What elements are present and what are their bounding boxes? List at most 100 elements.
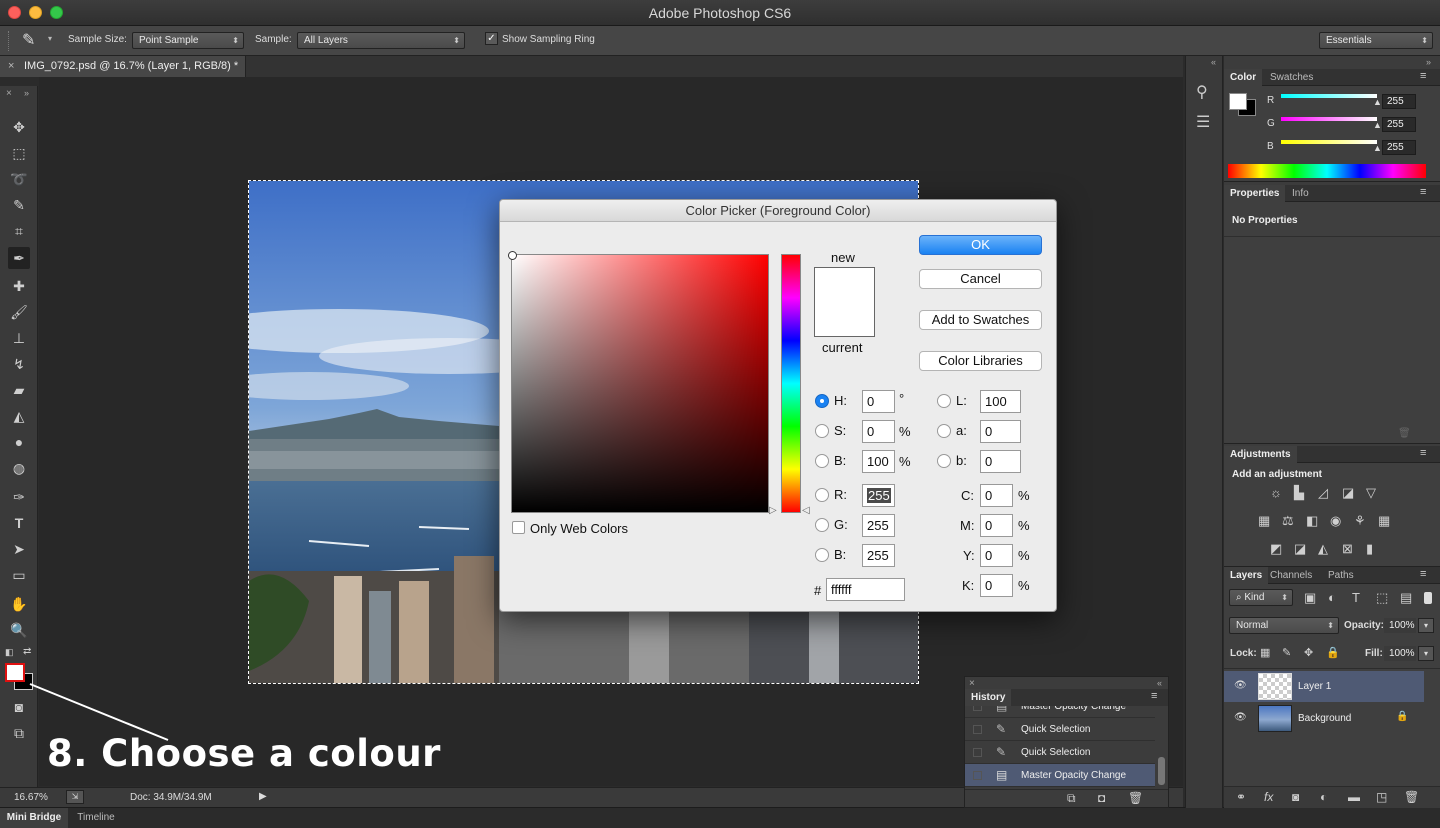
lab-a-radio[interactable] — [937, 424, 951, 438]
info-tab[interactable]: Info — [1286, 185, 1315, 202]
history-snapshot-box[interactable] — [973, 771, 982, 780]
hue-slider-right-arrow-icon[interactable]: ◁ — [802, 505, 810, 516]
curves-icon[interactable]: ◿ — [1318, 485, 1328, 501]
opacity-value[interactable]: 100% — [1384, 618, 1416, 633]
saturation-radio[interactable] — [815, 424, 829, 438]
b-slider-thumb-icon[interactable]: ▲ — [1373, 143, 1382, 153]
link-layers-icon[interactable]: ⚭ — [1236, 790, 1246, 804]
visibility-eye-icon[interactable]: 👁 — [1234, 712, 1247, 723]
history-item[interactable]: ✎ Quick Selection — [965, 741, 1155, 764]
r-value[interactable]: 255 — [1382, 94, 1416, 109]
r-slider-thumb-icon[interactable]: ▲ — [1373, 97, 1382, 107]
adjustments-tab[interactable]: Adjustments — [1224, 446, 1297, 463]
panel-menu-icon[interactable]: ≡ — [1420, 70, 1426, 82]
color-libraries-button[interactable]: Color Libraries — [919, 351, 1042, 371]
lock-position-icon[interactable]: ✥ — [1304, 646, 1313, 659]
properties-tab[interactable]: Properties — [1224, 185, 1286, 202]
red-radio[interactable] — [815, 488, 829, 502]
layers-tab[interactable]: Layers — [1224, 567, 1269, 584]
filter-smart-object-icon[interactable]: ▤ — [1400, 590, 1412, 606]
levels-icon[interactable]: ▙ — [1294, 485, 1304, 501]
blue-field[interactable]: 255 — [862, 544, 895, 567]
brightness-radio[interactable] — [815, 454, 829, 468]
filter-pixel-icon[interactable]: ▣ — [1304, 590, 1316, 606]
status-export-icon[interactable]: ⇲ — [66, 790, 84, 804]
history-item[interactable]: ▤ Master Opacity Change — [965, 706, 1155, 718]
layer-row[interactable]: 👁 Layer 1 — [1224, 671, 1424, 702]
selective-color-icon[interactable]: ⊠ — [1342, 541, 1353, 557]
tool-presets-icon[interactable]: ☰ — [1196, 112, 1210, 132]
add-mask-icon[interactable]: ◙ — [1292, 790, 1299, 804]
history-item[interactable]: ✎ Quick Selection — [965, 718, 1155, 741]
saturation-field[interactable]: 0 — [862, 420, 895, 443]
black-white-icon[interactable]: ◧ — [1306, 513, 1318, 529]
history-snapshot-box[interactable] — [973, 706, 982, 711]
close-history-icon[interactable]: × — [969, 678, 975, 689]
history-scrollbar[interactable] — [1158, 757, 1165, 785]
lab-a-field[interactable]: 0 — [980, 420, 1021, 443]
green-field[interactable]: 255 — [862, 514, 895, 537]
hue-slider-left-arrow-icon[interactable]: ▷ — [769, 505, 777, 516]
brightness-contrast-icon[interactable]: ☼ — [1270, 485, 1282, 500]
channel-mixer-icon[interactable]: ⚘ — [1354, 513, 1366, 529]
color-panel-fg-swatch[interactable] — [1229, 93, 1247, 110]
new-group-icon[interactable]: ▬ — [1348, 790, 1360, 804]
yellow-field[interactable]: 0 — [980, 544, 1013, 567]
g-value[interactable]: 255 — [1382, 117, 1416, 132]
timeline-tab[interactable]: Timeline — [70, 808, 122, 828]
hue-slider[interactable] — [781, 254, 801, 513]
hex-field[interactable]: ffffff — [826, 578, 905, 601]
hue-field[interactable]: 0 — [862, 390, 895, 413]
invert-icon[interactable]: ◩ — [1270, 541, 1282, 557]
collapse-history-icon[interactable]: « — [1157, 678, 1162, 688]
lab-b-field[interactable]: 0 — [980, 450, 1021, 473]
blue-radio[interactable] — [815, 548, 829, 562]
magenta-field[interactable]: 0 — [980, 514, 1013, 537]
exposure-icon[interactable]: ◪ — [1342, 485, 1354, 501]
paths-tab[interactable]: Paths — [1322, 567, 1360, 584]
g-slider-thumb-icon[interactable]: ▲ — [1373, 120, 1382, 130]
cyan-field[interactable]: 0 — [980, 484, 1013, 507]
filter-adjustment-icon[interactable]: ◐ — [1328, 590, 1336, 605]
lab-l-radio[interactable] — [937, 394, 951, 408]
lock-transparent-icon[interactable]: ▦ — [1260, 646, 1270, 659]
swatches-tab[interactable]: Swatches — [1264, 69, 1319, 86]
lab-b-radio[interactable] — [937, 454, 951, 468]
collapse-panels-icon[interactable]: » — [1426, 57, 1431, 67]
lab-l-field[interactable]: 100 — [980, 390, 1021, 413]
add-to-swatches-button[interactable]: Add to Swatches — [919, 310, 1042, 330]
history-snapshot-box[interactable] — [973, 748, 982, 757]
panel-menu-icon[interactable]: ≡ — [1420, 568, 1426, 580]
photo-filter-icon[interactable]: ◉ — [1330, 513, 1341, 529]
vibrance-icon[interactable]: ▽ — [1366, 485, 1376, 501]
ok-button[interactable]: OK — [919, 235, 1042, 255]
panel-menu-icon[interactable]: ≡ — [1420, 186, 1426, 198]
hue-radio[interactable] — [815, 394, 829, 408]
hue-saturation-icon[interactable]: ▦ — [1258, 513, 1270, 529]
history-item[interactable]: ▤ Master Opacity Change — [965, 764, 1155, 787]
green-radio[interactable] — [815, 518, 829, 532]
gradient-map-icon[interactable]: ▮ — [1366, 541, 1373, 557]
snapshot-camera-icon[interactable]: ◘ — [1098, 791, 1105, 805]
color-ramp[interactable] — [1228, 164, 1426, 178]
cancel-button[interactable]: Cancel — [919, 269, 1042, 289]
collapse-dock-icon[interactable]: « — [1211, 57, 1216, 67]
layer-row[interactable]: 👁 Background 🔒 — [1224, 703, 1424, 734]
opacity-dropdown-icon[interactable]: ▾ — [1418, 618, 1434, 633]
channels-tab[interactable]: Channels — [1264, 567, 1318, 584]
b-value[interactable]: 255 — [1382, 140, 1416, 155]
layer-name[interactable]: Background — [1298, 713, 1351, 724]
red-field[interactable]: 255 — [862, 484, 895, 507]
lock-image-icon[interactable]: ✎ — [1282, 646, 1291, 659]
only-web-colors-checkbox[interactable] — [512, 521, 525, 534]
lock-all-icon[interactable]: 🔒 — [1326, 646, 1340, 659]
r-slider[interactable] — [1281, 94, 1377, 98]
filter-toggle[interactable] — [1424, 592, 1432, 604]
visibility-eye-icon[interactable]: 👁 — [1234, 680, 1247, 691]
mini-bridge-tab[interactable]: Mini Bridge — [0, 808, 68, 828]
delete-layer-icon[interactable]: 🗑 — [1404, 790, 1419, 804]
fill-value[interactable]: 100% — [1384, 646, 1416, 661]
black-field[interactable]: 0 — [980, 574, 1013, 597]
history-snapshot-box[interactable] — [973, 725, 982, 734]
color-tab[interactable]: Color — [1224, 69, 1263, 86]
